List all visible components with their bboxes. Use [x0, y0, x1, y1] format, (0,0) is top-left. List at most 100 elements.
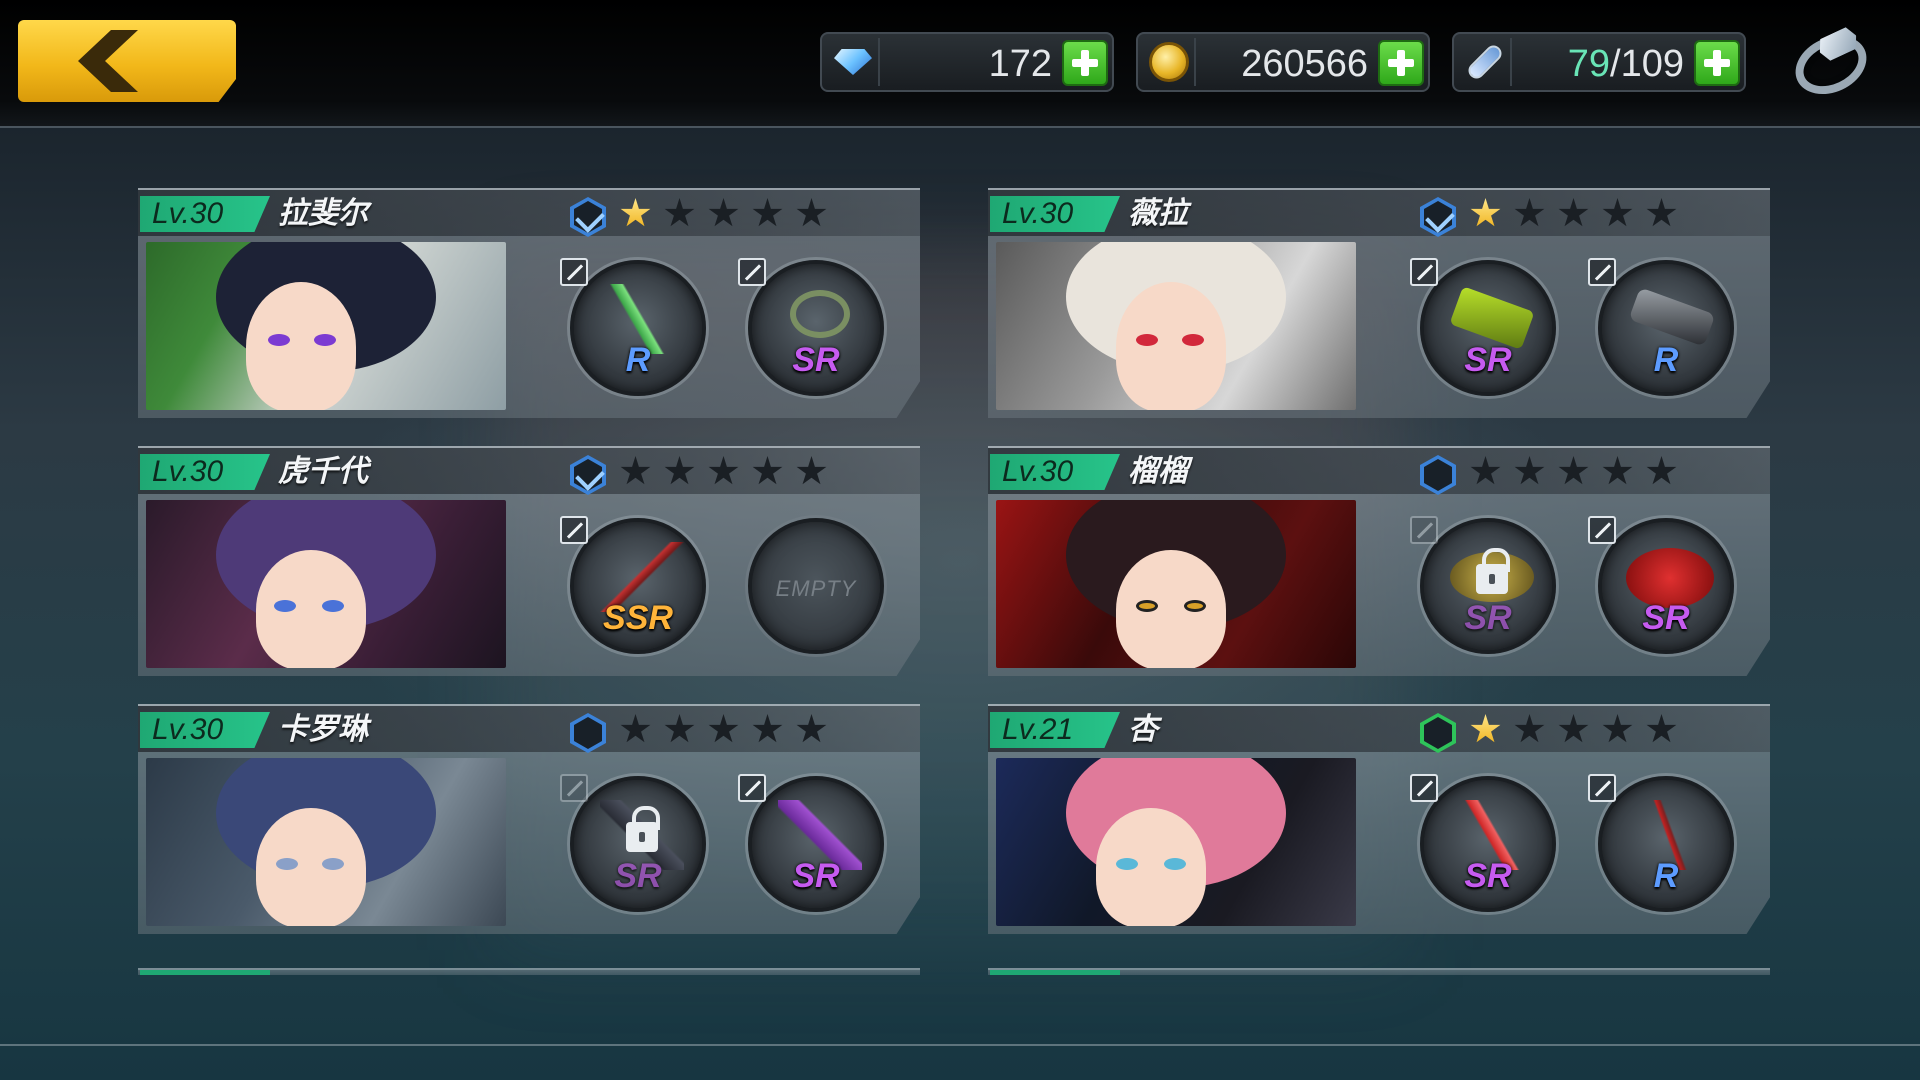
empty-label: EMPTY	[775, 576, 857, 601]
equipment-slot[interactable]: R	[570, 260, 706, 396]
level-badge: Lv.21	[990, 712, 1120, 748]
equipment-slot[interactable]: SR	[748, 776, 884, 912]
rarity-label: SR	[1464, 341, 1512, 379]
edit-icon[interactable]	[738, 258, 766, 286]
star-rating	[620, 456, 827, 487]
character-card-partial[interactable]	[138, 968, 920, 975]
add-gold-button[interactable]	[1378, 40, 1424, 86]
vial-icon	[1460, 38, 1512, 86]
star-icon	[708, 198, 739, 227]
rarity-label: SR	[1464, 599, 1512, 637]
star-icon	[1602, 456, 1633, 485]
star-icon	[1602, 714, 1633, 743]
star-icon	[708, 714, 739, 743]
rarity-label: SR	[1642, 599, 1690, 637]
character-portrait	[146, 242, 506, 410]
diamond-icon	[828, 38, 880, 86]
level-badge: Lv.30	[140, 712, 270, 748]
star-icon	[752, 456, 783, 485]
rarity-label: R	[1653, 341, 1679, 379]
character-name: 榴榴	[1128, 454, 1188, 489]
equipment-slot[interactable]: SR	[1420, 518, 1556, 654]
star-icon	[1514, 198, 1545, 227]
star-icon	[1558, 198, 1589, 227]
rarity-label: SSR	[603, 599, 673, 637]
bottom-divider	[0, 1044, 1920, 1046]
character-list[interactable]: Lv.30 拉斐尔 R SR Lv.30 薇拉 SR R Lv.30 虎千代 S…	[0, 130, 1920, 975]
character-portrait	[996, 758, 1356, 926]
rarity-label: SR	[1464, 857, 1512, 895]
edit-icon[interactable]	[560, 774, 588, 802]
level-badge: Lv.30	[990, 196, 1120, 232]
star-rating	[1470, 456, 1677, 487]
character-card[interactable]: Lv.30 薇拉 SR R	[988, 188, 1770, 418]
top-bar: 172 260566 79/109	[0, 0, 1920, 128]
star-icon	[1470, 198, 1501, 227]
edit-icon[interactable]	[1410, 516, 1438, 544]
character-card[interactable]: Lv.30 榴榴 SR SR	[988, 446, 1770, 676]
stamina-counter: 79/109	[1452, 32, 1746, 92]
gem-amount: 172	[988, 43, 1052, 85]
character-portrait	[146, 758, 506, 926]
rarity-label: SR	[792, 857, 840, 895]
character-card[interactable]: Lv.30 卡罗琳 SR SR	[138, 704, 920, 934]
edit-icon[interactable]	[1410, 258, 1438, 286]
star-icon	[1558, 456, 1589, 485]
gold-counter: 260566	[1136, 32, 1430, 92]
equipment-slot[interactable]: SR	[1598, 518, 1734, 654]
star-icon	[796, 198, 827, 227]
equipment-slot[interactable]: SSR	[570, 518, 706, 654]
star-icon	[1646, 714, 1677, 743]
character-card[interactable]: Lv.30 拉斐尔 R SR	[138, 188, 920, 418]
add-gems-button[interactable]	[1062, 40, 1108, 86]
equipment-slot[interactable]: R	[1598, 776, 1734, 912]
character-name: 杏	[1128, 712, 1158, 747]
add-stamina-button[interactable]	[1694, 40, 1740, 86]
character-name: 薇拉	[1128, 196, 1188, 231]
equipment-slot[interactable]: SR	[748, 260, 884, 396]
star-icon	[620, 456, 651, 485]
equipment-slot[interactable]: SR	[1420, 776, 1556, 912]
edit-icon[interactable]	[1410, 774, 1438, 802]
star-rating	[620, 198, 827, 229]
edit-icon[interactable]	[1588, 516, 1616, 544]
edit-icon[interactable]	[1588, 258, 1616, 286]
edit-icon[interactable]	[560, 258, 588, 286]
equipment-slot[interactable]: R	[1598, 260, 1734, 396]
rarity-label: SR	[792, 341, 840, 379]
character-card[interactable]: Lv.30 虎千代 SSR EMPTY	[138, 446, 920, 676]
screen: 172 260566 79/109 Lv.30 拉斐尔 R SR Lv.30 薇…	[0, 0, 1920, 1080]
star-icon	[796, 456, 827, 485]
lock-icon	[626, 806, 660, 852]
back-button[interactable]	[18, 20, 236, 102]
ring-button[interactable]	[1786, 28, 1876, 106]
character-card[interactable]: Lv.21 杏 SR R	[988, 704, 1770, 934]
star-icon	[708, 456, 739, 485]
star-icon	[664, 456, 695, 485]
character-name: 卡罗琳	[278, 712, 368, 747]
star-icon	[1470, 456, 1501, 485]
star-icon	[1646, 456, 1677, 485]
star-rating	[620, 714, 827, 745]
stamina-current: 79	[1567, 43, 1611, 85]
character-card-partial[interactable]	[988, 968, 1770, 975]
character-portrait	[996, 242, 1356, 410]
edit-icon[interactable]	[1588, 774, 1616, 802]
stamina-amount: 79/109	[1568, 42, 1684, 86]
equipment-slot[interactable]: SR	[1420, 260, 1556, 396]
star-icon	[752, 198, 783, 227]
level-badge: Lv.30	[140, 196, 270, 232]
star-icon	[664, 198, 695, 227]
empty-equipment-slot[interactable]: EMPTY	[748, 518, 884, 654]
star-icon	[620, 714, 651, 743]
star-icon	[1558, 714, 1589, 743]
rarity-label: R	[1653, 857, 1679, 895]
equipment-slot[interactable]: SR	[570, 776, 706, 912]
lock-icon	[1476, 548, 1510, 594]
edit-icon[interactable]	[738, 774, 766, 802]
character-name: 虎千代	[278, 454, 368, 489]
star-icon	[1470, 714, 1501, 743]
edit-icon[interactable]	[560, 516, 588, 544]
star-icon	[796, 714, 827, 743]
star-icon	[1646, 198, 1677, 227]
